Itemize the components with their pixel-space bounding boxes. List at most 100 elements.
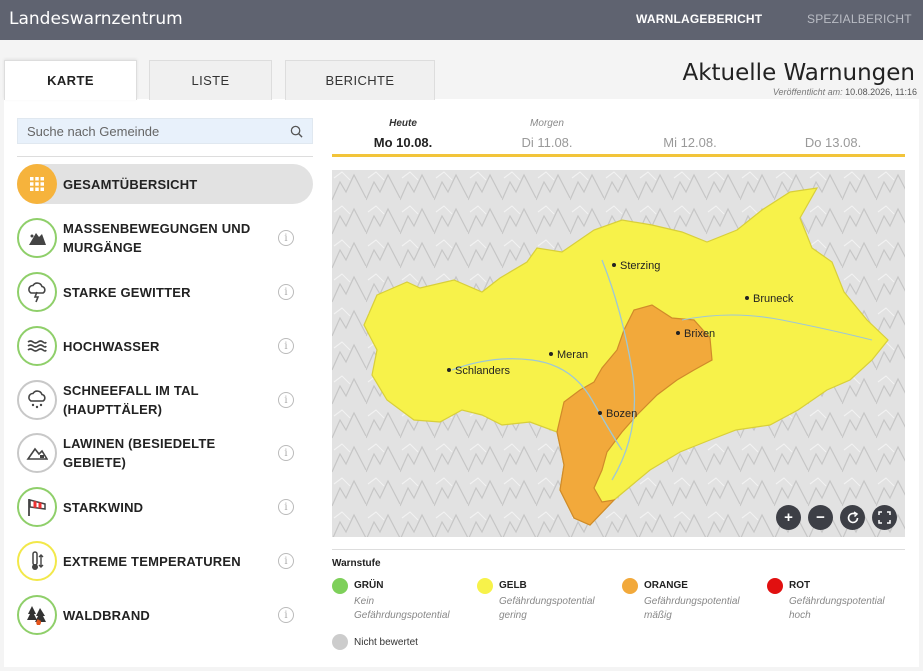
- city-label-meran: Meran: [557, 349, 588, 361]
- day-date-label: Do 13.08.: [804, 135, 862, 150]
- forest-fire-icon: [17, 595, 57, 635]
- app-title[interactable]: Landeswarnzentrum: [9, 9, 183, 29]
- category-lawinen[interactable]: LAWINEN (BESIEDELTE GEBIETE) i: [17, 433, 313, 473]
- search-icon[interactable]: [290, 125, 303, 138]
- reset-view-button[interactable]: [840, 505, 865, 530]
- legend-swatch: [767, 578, 783, 594]
- city-label-brixen: Brixen: [684, 328, 715, 340]
- zoom-in-button[interactable]: +: [776, 505, 801, 530]
- day-tab-today[interactable]: Heute Mo 10.08.: [332, 118, 474, 150]
- city-label-sterzing: Sterzing: [620, 260, 660, 272]
- day-date-label: Di 11.08.: [521, 135, 573, 150]
- city-label-schlanders: Schlanders: [455, 365, 511, 377]
- day-tab-3[interactable]: Mi 12.08.: [619, 118, 761, 150]
- category-label: SCHNEEFALL IM TAL (HAUPTTÄLER): [63, 383, 199, 417]
- search-box: [17, 118, 313, 144]
- city-label-bozen: Bozen: [606, 408, 637, 420]
- avalanche-icon: [17, 433, 57, 473]
- landslide-icon: [17, 218, 57, 258]
- info-icon[interactable]: i: [278, 607, 294, 623]
- legend-swatch: [477, 578, 493, 594]
- day-relative-label: [619, 118, 761, 132]
- published-timestamp: Veröffentlicht am: 10.08.2026, 11:16: [773, 87, 917, 97]
- info-icon[interactable]: i: [278, 553, 294, 569]
- snowfall-icon: [17, 380, 57, 420]
- plus-icon: +: [784, 509, 793, 526]
- zoom-out-button[interactable]: −: [808, 505, 833, 530]
- day-relative-label: Morgen: [530, 118, 564, 129]
- thermometer-icon: [17, 541, 57, 581]
- grid-icon: [17, 164, 57, 204]
- legend-desc: Gefährdungspotential hoch: [789, 596, 885, 621]
- legend-desc: Gefährdungspotential gering: [499, 596, 595, 621]
- legend-name: ORANGE: [644, 580, 688, 591]
- city-marker: [598, 411, 602, 415]
- category-label: LAWINEN (BESIEDELTE GEBIETE): [63, 436, 216, 470]
- legend-swatch: [622, 578, 638, 594]
- info-icon[interactable]: i: [278, 392, 294, 408]
- fullscreen-button[interactable]: [872, 505, 897, 530]
- legend-swatch: [332, 634, 348, 650]
- info-icon[interactable]: i: [278, 499, 294, 515]
- nav-warnlagebericht[interactable]: WARNLAGEBERICHT: [636, 12, 762, 26]
- category-gesamtuebersicht[interactable]: GESAMTÜBERSICHT: [17, 164, 313, 204]
- category-hochwasser[interactable]: HOCHWASSER i: [17, 326, 313, 366]
- legend-name: Nicht bewertet: [354, 637, 418, 648]
- legend-desc: Gefährdungspotential mäßig: [644, 596, 740, 621]
- category-starke-gewitter[interactable]: STARKE GEWITTER i: [17, 272, 313, 312]
- info-icon[interactable]: i: [278, 338, 294, 354]
- legend-name: ROT: [789, 580, 811, 591]
- published-label: Veröffentlicht am:: [772, 87, 843, 97]
- refresh-icon: [847, 510, 858, 523]
- info-icon[interactable]: i: [278, 230, 294, 246]
- legend-title: Warnstufe: [332, 558, 381, 569]
- category-label: GESAMTÜBERSICHT: [63, 176, 198, 192]
- day-selector-bar: [332, 154, 905, 157]
- category-extreme-temperaturen[interactable]: EXTREME TEMPERATUREN i: [17, 541, 313, 581]
- day-relative-label: [762, 118, 904, 132]
- city-marker: [447, 368, 451, 372]
- category-waldbrand[interactable]: WALDBRAND i: [17, 595, 313, 635]
- search-input[interactable]: [27, 123, 277, 139]
- legend-name: GRÜN: [354, 580, 384, 591]
- published-value: 10.08.2026, 11:16: [845, 87, 917, 97]
- city-marker: [549, 352, 553, 356]
- day-relative-label: Heute: [389, 118, 417, 129]
- nav-spezialbericht[interactable]: SPEZIALBERICHT: [807, 12, 912, 26]
- category-label: EXTREME TEMPERATUREN: [63, 553, 241, 569]
- page-title: Aktuelle Warnungen: [682, 60, 915, 86]
- search-divider: [17, 156, 313, 157]
- city-marker: [745, 296, 749, 300]
- city-marker: [612, 263, 616, 267]
- day-tab-tomorrow[interactable]: Morgen Di 11.08.: [476, 118, 618, 150]
- waves-icon: [17, 326, 57, 366]
- warning-map[interactable]: Sterzing Bruneck Brixen Meran Schlanders…: [332, 170, 905, 537]
- minus-icon: −: [816, 509, 825, 526]
- city-marker: [676, 331, 680, 335]
- legend-divider: [332, 549, 905, 550]
- map-canvas: Sterzing Bruneck Brixen Meran Schlanders…: [332, 170, 905, 537]
- info-icon[interactable]: i: [278, 445, 294, 461]
- windsock-icon: [17, 487, 57, 527]
- day-date-label: Mo 10.08.: [373, 135, 433, 150]
- category-label: WALDBRAND: [63, 607, 151, 623]
- tab-karte[interactable]: KARTE: [4, 60, 137, 100]
- legend-swatch: [332, 578, 348, 594]
- category-schneefall[interactable]: SCHNEEFALL IM TAL (HAUPTTÄLER) i: [17, 380, 313, 420]
- category-label: HOCHWASSER: [63, 338, 160, 354]
- day-date-label: Mi 12.08.: [663, 135, 717, 150]
- tab-liste[interactable]: LISTE: [149, 60, 272, 100]
- category-starkwind[interactable]: STARKWIND i: [17, 487, 313, 527]
- category-massenbewegungen[interactable]: MASSENBEWEGUNGEN UND MURGÄNGE i: [17, 218, 313, 258]
- category-label: STARKE GEWITTER: [63, 284, 191, 300]
- city-label-bruneck: Bruneck: [753, 293, 794, 305]
- category-label: STARKWIND: [63, 499, 144, 515]
- category-label: MASSENBEWEGUNGEN UND MURGÄNGE: [63, 221, 251, 255]
- legend-name: GELB: [499, 580, 527, 591]
- tab-berichte[interactable]: BERICHTE: [285, 60, 435, 100]
- info-icon[interactable]: i: [278, 284, 294, 300]
- day-tab-4[interactable]: Do 13.08.: [762, 118, 904, 150]
- top-bar: Landeswarnzentrum WARNLAGEBERICHT SPEZIA…: [0, 0, 923, 40]
- legend-desc: Kein Gefährdungspotential: [354, 596, 450, 621]
- thunderstorm-icon: [17, 272, 57, 312]
